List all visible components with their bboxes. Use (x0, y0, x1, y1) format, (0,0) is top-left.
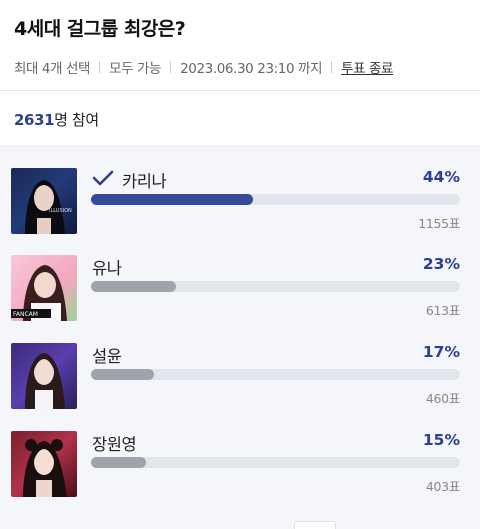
poll-option-karina[interactable]: ILLUSION 카리나 44% 1155표 (0, 150, 480, 234)
option-votes: 1155표 (418, 216, 460, 231)
option-percent: 15% (422, 431, 460, 449)
meta-divider (331, 61, 333, 73)
option-progress-bar (91, 194, 460, 205)
poll-page: 4세대 걸그룹 최강은? 최대 4개 선택 모두 가능 2023.06.30 2… (0, 0, 480, 529)
option-name: 카리나 (122, 172, 167, 191)
option-votes: 613표 (425, 303, 460, 318)
option-progress-bar (91, 369, 460, 380)
poll-meta: 최대 4개 선택 모두 가능 2023.06.30 23:10 까지 투표 종료 (14, 57, 466, 77)
anyone-label: 모두 가능 (109, 61, 162, 77)
option-thumbnail: ILLUSION (11, 168, 77, 234)
poll-option-sullyoon[interactable]: 설윤 17% 460표 (0, 325, 480, 409)
option-name-row: 장원영 (92, 431, 137, 455)
option-name: 설윤 (92, 347, 122, 366)
option-thumbnail (11, 343, 77, 409)
deadline-label: 2023.06.30 23:10 까지 (180, 61, 323, 77)
poll-title: 4세대 걸그룹 최강은? (14, 18, 186, 40)
option-progress-bar (91, 281, 460, 292)
participants-count: 2631명 참여 (14, 109, 99, 130)
option-progress-fill (91, 194, 254, 205)
poll-header: 4세대 걸그룹 최강은? 최대 4개 선택 모두 가능 2023.06.30 2… (14, 14, 466, 77)
check-icon (92, 170, 114, 190)
option-thumbnail (11, 431, 77, 497)
option-percent: 44% (422, 168, 460, 186)
poll-option-yuna[interactable]: FANCAM 유나 23% 613표 (0, 237, 480, 321)
option-percent: 17% (422, 343, 460, 361)
end-vote-link[interactable]: 투표 종료 (341, 57, 393, 77)
participants-number: 2631 (14, 111, 55, 129)
participants-suffix: 명 참여 (54, 111, 99, 129)
option-progress-fill (91, 457, 147, 468)
option-name: 장원영 (92, 435, 137, 454)
poll-option-wonyoung[interactable]: 장원영 15% 403표 (0, 413, 480, 497)
more-button[interactable] (294, 521, 336, 529)
meta-divider (99, 61, 101, 73)
option-progress-bar (91, 457, 460, 468)
thumb-caption: ILLUSION (49, 208, 72, 214)
option-name-row: 유나 (92, 255, 122, 279)
option-name: 유나 (92, 259, 122, 278)
option-progress-fill (91, 369, 154, 380)
option-progress-fill (91, 281, 176, 292)
option-name-row: 카리나 (92, 168, 167, 192)
option-percent: 23% (422, 255, 460, 273)
option-thumbnail: FANCAM (11, 255, 77, 321)
poll-options: ILLUSION 카리나 44% 1155표 FANCAM 유나 23% 613… (0, 150, 480, 529)
meta-divider (170, 61, 172, 73)
option-votes: 460표 (425, 391, 460, 406)
header-divider (0, 90, 480, 91)
option-name-row: 설윤 (92, 343, 122, 367)
option-votes: 403표 (425, 479, 460, 494)
max-select-label: 최대 4개 선택 (14, 61, 91, 77)
thumb-caption: FANCAM (13, 311, 38, 318)
